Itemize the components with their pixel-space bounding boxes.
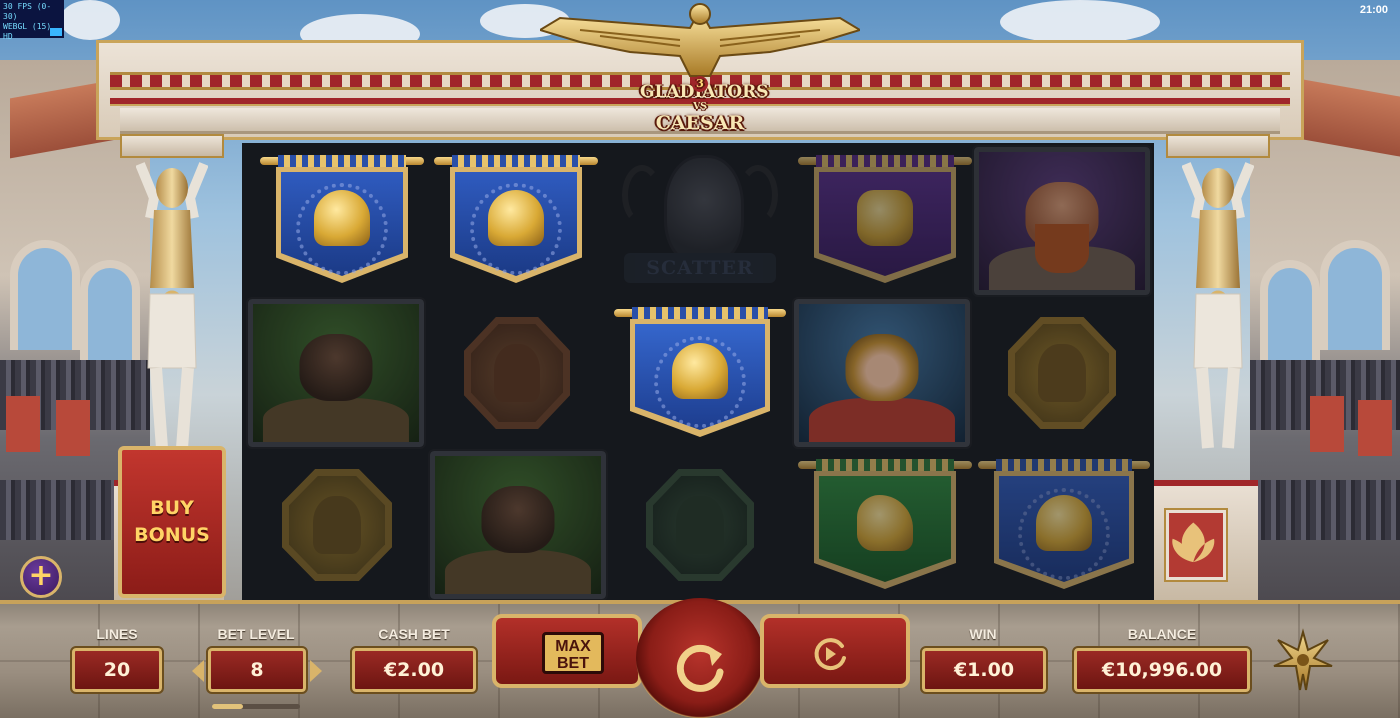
column-right (1148, 134, 1270, 600)
scatter-symbol: SCATTER (614, 145, 786, 295)
buy-bonus-button[interactable]: BUY BONUS (118, 446, 226, 598)
helmet-icon (312, 495, 362, 555)
spin-icon[interactable] (668, 636, 732, 700)
logo-title-line2: VS (693, 102, 707, 112)
bet-level-slider[interactable] (212, 704, 300, 709)
coin-gold-symbol (1008, 317, 1116, 429)
column-capital (120, 134, 224, 158)
banner-rod-stripes (816, 155, 954, 167)
buy-bonus-line2: BONUS (134, 524, 210, 546)
banner-rod-stripes (996, 459, 1132, 471)
gold-helmet-icon (672, 342, 728, 399)
logo-number: 3 (692, 76, 708, 92)
fps-line: 30 FPS (0-30) (3, 2, 52, 21)
bet-level-slider-fill (212, 704, 243, 709)
portrait-dark-gladiator-symbol (246, 297, 426, 449)
warrior-face-icon (299, 334, 373, 401)
gladiator-statue-icon (1182, 162, 1254, 449)
coin-bronze-symbol (464, 317, 570, 429)
win-label: WIN (969, 626, 997, 642)
reel-grid: SCATTER (242, 143, 1154, 601)
cash-bet-value[interactable]: €2.00 (350, 646, 478, 694)
gold-helmet-icon (314, 190, 370, 247)
balance-value: €10,996.00 (1072, 646, 1252, 694)
column-capital (1166, 134, 1270, 158)
banner-flag (994, 471, 1134, 589)
portrait-dark-gladiator-symbol (428, 449, 608, 601)
gold-helmet-icon (1036, 494, 1092, 551)
balance-label: BALANCE (1127, 626, 1197, 642)
horn-right-icon (738, 165, 778, 225)
coin-gold-symbol (282, 469, 392, 581)
max-bet-label[interactable]: MAX BET (542, 632, 604, 674)
horn-left-icon (622, 165, 662, 225)
coin-green-symbol (646, 469, 754, 581)
gold-helmet-icon (488, 190, 544, 247)
gladiator-statue-icon (136, 162, 208, 449)
lines-label: LINES (96, 626, 138, 642)
banner-flag (450, 167, 582, 283)
win-value: €1.00 (920, 646, 1048, 694)
banner-flag (630, 319, 770, 437)
logo-title-line3: CAESAR (655, 112, 745, 134)
max-bet-line2: BET (557, 655, 589, 672)
eagle-icon (540, 3, 860, 77)
banner-rod-stripes (816, 459, 954, 471)
banner-blue-helmet-symbol (434, 151, 598, 283)
banner-rod-stripes (452, 155, 580, 167)
banner-flag (814, 167, 956, 283)
max-bet-line1: MAX (555, 638, 591, 655)
fps-counter: 30 FPS (0-30) WEBGL (15) HD (0, 0, 64, 41)
fps-graph (50, 28, 62, 36)
caesar-mask-icon (664, 155, 744, 265)
pedestal-panel (1164, 508, 1228, 582)
gold-ram-icon (857, 190, 913, 247)
banner-flag (276, 167, 408, 283)
settings-icon[interactable] (1272, 628, 1334, 694)
helmet-icon (676, 495, 724, 555)
cash-bet-label: CASH BET (378, 626, 450, 642)
game-logo: 3 GLADIATORS VS CAESAR (640, 76, 768, 144)
bet-level-label: BET LEVEL (217, 626, 295, 642)
beard-icon (1035, 223, 1089, 274)
lines-value[interactable]: 20 (70, 646, 164, 694)
banner-blue-helmet-symbol (614, 303, 786, 437)
banner-green-horse-symbol (798, 455, 972, 589)
autoplay-icon[interactable] (810, 634, 850, 674)
banner-rod-stripes (278, 155, 406, 167)
portrait-female-gladiator-symbol (792, 297, 972, 449)
banner-rod-stripes (632, 307, 768, 319)
warrior-torso (808, 397, 956, 442)
bet-level-increase-arrow-icon[interactable] (310, 660, 322, 682)
bet-level-decrease-arrow-icon[interactable] (192, 660, 204, 682)
banner-blue-helmet-symbol (978, 455, 1150, 589)
helmet-icon (1038, 343, 1086, 403)
lotus-icon (1172, 522, 1215, 563)
warrior-torso (444, 549, 592, 594)
bet-level-value[interactable]: 8 (206, 646, 308, 694)
column-pedestal (1148, 480, 1258, 600)
gold-helmet-icon (845, 334, 919, 401)
portrait-red-beard-warrior-symbol (972, 145, 1152, 297)
scatter-label: SCATTER (646, 257, 754, 279)
warrior-torso (262, 397, 410, 442)
warrior-face-icon (481, 486, 555, 553)
banner-flag (814, 471, 956, 589)
banner-purple-ram-symbol (798, 151, 972, 283)
helmet-icon (493, 343, 541, 403)
plus-icon[interactable]: + (20, 556, 62, 598)
arena-right-background (1250, 60, 1400, 600)
clock: 21:00 (1359, 4, 1388, 16)
banner-blue-helmet-symbol (260, 151, 424, 283)
buy-bonus-line1: BUY (150, 497, 194, 519)
